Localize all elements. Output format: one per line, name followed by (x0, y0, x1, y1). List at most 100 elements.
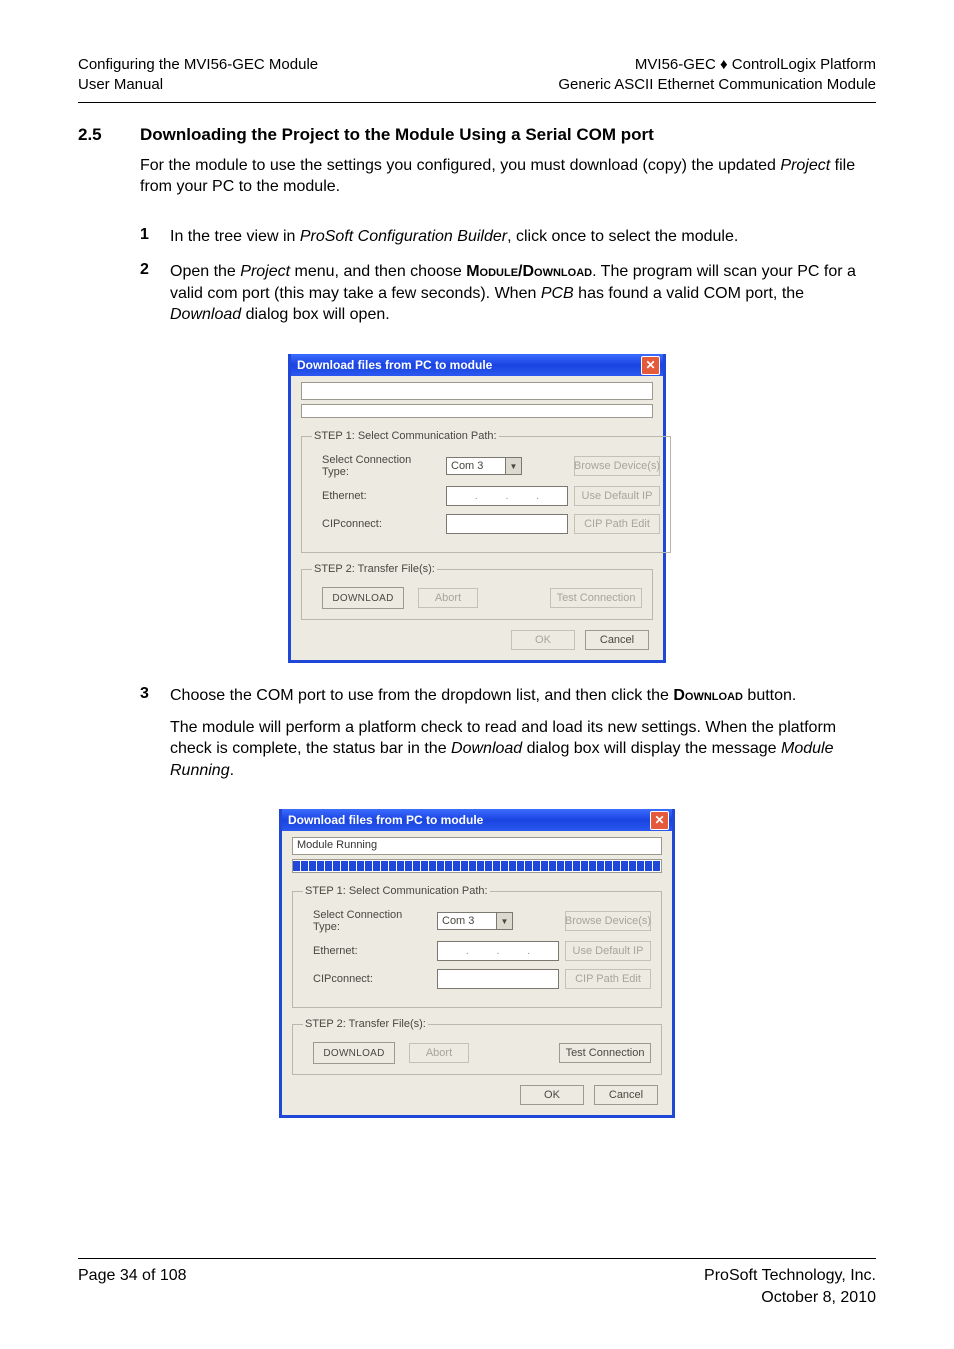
cip-path-edit-button[interactable]: CIP Path Edit (565, 969, 651, 989)
step-3: 3 Choose the COM port to use from the dr… (78, 685, 876, 791)
browse-device-button[interactable]: Browse Device(s) (574, 456, 660, 476)
header-right-2: Generic ASCII Ethernet Communication Mod… (558, 76, 876, 93)
li3-p2-c: dialog box will display the message (522, 740, 781, 757)
conn-type-value: Com 3 (442, 915, 474, 927)
footer-right-2: October 8, 2010 (761, 1289, 876, 1306)
footer-right: ProSoft Technology, Inc. October 8, 2010 (704, 1265, 876, 1308)
section-title-text: Downloading the Project to the Module Us… (140, 125, 654, 145)
ethernet-ip-field[interactable]: ... (437, 941, 559, 961)
section-heading: 2.5 Downloading the Project to the Modul… (78, 125, 876, 145)
step2-legend: STEP 2: Transfer File(s): (303, 1018, 428, 1030)
chevron-down-icon[interactable]: ▼ (496, 913, 512, 929)
step-3-number: 3 (140, 685, 170, 791)
dialog-titlebar[interactable]: Download files from PC to module ✕ (282, 809, 672, 831)
ethernet-ip-field[interactable]: ... (446, 486, 568, 506)
use-default-ip-button[interactable]: Use Default IP (574, 486, 660, 506)
chevron-down-icon[interactable]: ▼ (505, 458, 521, 474)
step-2: 2 Open the Project menu, and then choose… (78, 261, 876, 336)
header-right: MVI56-GEC ♦ ControlLogix Platform Generi… (558, 55, 876, 96)
conn-type-combo[interactable]: Com 3 ▼ (437, 912, 513, 930)
step-1-number: 1 (140, 226, 170, 258)
dialog-title: Download files from PC to module (288, 813, 483, 827)
document-page: Configuring the MVI56-GEC Module User Ma… (0, 0, 954, 1349)
test-connection-button[interactable]: Test Connection (550, 588, 642, 608)
download-dialog-initial: Download files from PC to module ✕ STEP … (288, 354, 666, 663)
step1-fieldset: STEP 1: Select Communication Path: Selec… (292, 885, 662, 1008)
li1-c: , click once to select the module. (507, 228, 738, 245)
step1-legend: STEP 1: Select Communication Path: (312, 430, 499, 442)
ethernet-label: Ethernet: (303, 945, 431, 957)
step-1: 1 In the tree view in ProSoft Configurat… (78, 226, 876, 258)
header-rule (78, 102, 876, 103)
progress-bar (292, 859, 662, 873)
li2-c: menu, and then choose (290, 263, 466, 280)
li2-g: has found a valid COM port, the (574, 285, 804, 302)
footer-rule (78, 1258, 876, 1259)
li2-a: Open the (170, 263, 240, 280)
download-dialog-complete: Download files from PC to module ✕ Modul… (279, 809, 675, 1118)
li3-c: button. (743, 687, 796, 704)
dialog-title: Download files from PC to module (297, 358, 492, 372)
abort-button[interactable]: Abort (418, 588, 478, 608)
header-left-1: Configuring the MVI56-GEC Module (78, 56, 318, 73)
step2-fieldset: STEP 2: Transfer File(s): DOWNLOAD Abort… (292, 1018, 662, 1075)
intro-paragraph: For the module to use the settings you c… (140, 155, 876, 198)
step-2-number: 2 (140, 261, 170, 336)
footer-left: Page 34 of 108 (78, 1265, 187, 1308)
step1-legend: STEP 1: Select Communication Path: (303, 885, 490, 897)
ethernet-label: Ethernet: (312, 490, 440, 502)
cancel-button[interactable]: Cancel (594, 1085, 658, 1105)
abort-button[interactable]: Abort (409, 1043, 469, 1063)
header-left-2: User Manual (78, 76, 163, 93)
intro-b: Project (780, 157, 830, 174)
step2-legend: STEP 2: Transfer File(s): (312, 563, 437, 575)
step-1-body: In the tree view in ProSoft Configuratio… (170, 226, 876, 258)
footer-right-1: ProSoft Technology, Inc. (704, 1267, 876, 1284)
li2-i: dialog box will open. (241, 306, 390, 323)
cipconnect-label: CIPconnect: (303, 973, 431, 985)
li2-h: Download (170, 306, 241, 323)
li3-p2-e: . (230, 762, 234, 779)
section-number: 2.5 (78, 125, 140, 145)
li2-b: Project (240, 263, 290, 280)
li2-d: Module/Download (466, 263, 592, 280)
status-field: Module Running (292, 837, 662, 855)
step1-fieldset: STEP 1: Select Communication Path: Selec… (301, 430, 671, 553)
page-header: Configuring the MVI56-GEC Module User Ma… (78, 55, 876, 96)
dialog-titlebar[interactable]: Download files from PC to module ✕ (291, 354, 663, 376)
li1-b: ProSoft Configuration Builder (300, 228, 507, 245)
status-field (301, 382, 653, 400)
header-right-1: MVI56-GEC ♦ ControlLogix Platform (635, 56, 876, 73)
li3-a: Choose the COM port to use from the drop… (170, 687, 673, 704)
step-3-body: Choose the COM port to use from the drop… (170, 685, 876, 791)
test-connection-button[interactable]: Test Connection (559, 1043, 651, 1063)
ok-button[interactable]: OK (511, 630, 575, 650)
step2-fieldset: STEP 2: Transfer File(s): DOWNLOAD Abort… (301, 563, 653, 620)
intro-a: For the module to use the settings you c… (140, 157, 780, 174)
page-footer: Page 34 of 108 ProSoft Technology, Inc. … (78, 1265, 876, 1308)
download-button[interactable]: DOWNLOAD (322, 587, 404, 609)
browse-device-button[interactable]: Browse Device(s) (565, 911, 651, 931)
progress-bar (301, 404, 653, 418)
li2-f: PCB (541, 285, 574, 302)
cipconnect-field[interactable] (446, 514, 568, 534)
conn-type-value: Com 3 (451, 460, 483, 472)
ok-button[interactable]: OK (520, 1085, 584, 1105)
cancel-button[interactable]: Cancel (585, 630, 649, 650)
download-button[interactable]: DOWNLOAD (313, 1042, 395, 1064)
progress-fill (293, 861, 661, 871)
li3-p2-b: Download (451, 740, 522, 757)
conn-type-combo[interactable]: Com 3 ▼ (446, 457, 522, 475)
cipconnect-field[interactable] (437, 969, 559, 989)
use-default-ip-button[interactable]: Use Default IP (565, 941, 651, 961)
conn-type-label: Select Connection Type: (312, 454, 440, 478)
cip-path-edit-button[interactable]: CIP Path Edit (574, 514, 660, 534)
close-icon[interactable]: ✕ (650, 811, 669, 830)
li3-b: Download (673, 687, 743, 704)
header-left: Configuring the MVI56-GEC Module User Ma… (78, 55, 318, 96)
close-icon[interactable]: ✕ (641, 356, 660, 375)
conn-type-label: Select Connection Type: (303, 909, 431, 933)
step-2-body: Open the Project menu, and then choose M… (170, 261, 876, 336)
li1-a: In the tree view in (170, 228, 300, 245)
cipconnect-label: CIPconnect: (312, 518, 440, 530)
